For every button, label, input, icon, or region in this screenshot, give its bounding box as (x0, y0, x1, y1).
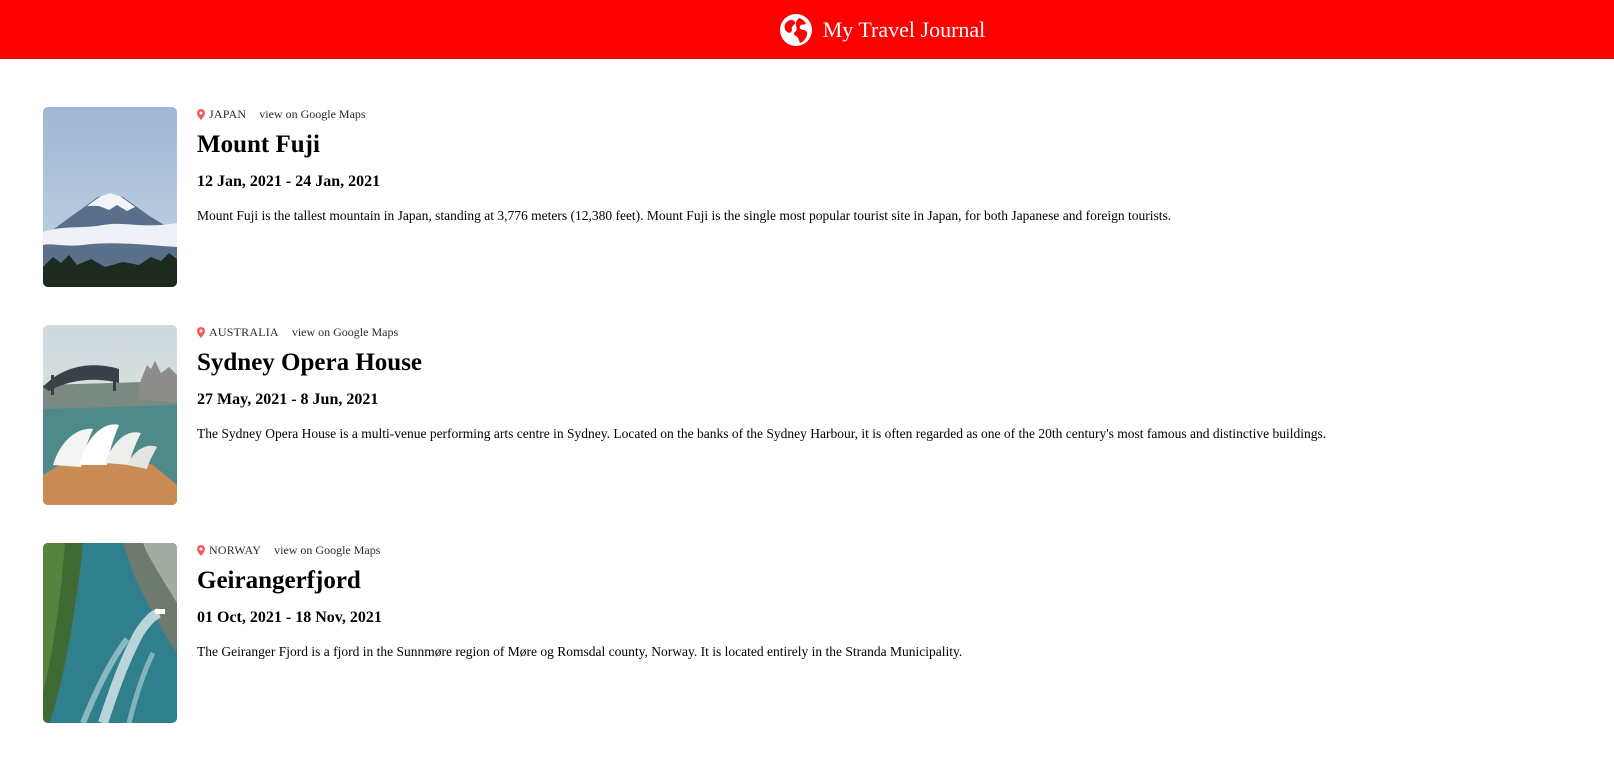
google-maps-link[interactable]: view on Google Maps (292, 325, 398, 340)
entry-location: AUSTRALIA view on Google Maps (197, 325, 1577, 339)
entry-location: JAPAN view on Google Maps (197, 107, 1577, 121)
country-label: AUSTRALIA (209, 324, 279, 339)
globe-icon (779, 13, 812, 46)
mount-fuji-photo (43, 107, 177, 287)
location-pin-icon (197, 326, 205, 338)
entry-title: Sydney Opera House (197, 349, 423, 376)
header-brand: My Travel Journal (779, 13, 986, 47)
google-maps-link[interactable]: view on Google Maps (259, 107, 365, 122)
geirangerfjord-photo (43, 543, 177, 723)
entry-dates: 12 Jan, 2021 - 24 Jan, 2021 (197, 173, 381, 190)
app-header: My Travel Journal (0, 0, 1614, 59)
location-pin-icon (197, 544, 205, 556)
journal-entry: JAPAN view on Google Maps Mount Fuji 12 … (43, 107, 1583, 287)
entry-location: NORWAY view on Google Maps (197, 543, 1577, 557)
journal-entry: AUSTRALIA view on Google Maps Sydney Ope… (43, 325, 1583, 505)
country-label: JAPAN (209, 106, 247, 121)
country-label: NORWAY (209, 542, 262, 557)
entry-dates: 01 Oct, 2021 - 18 Nov, 2021 (197, 609, 382, 626)
google-maps-link[interactable]: view on Google Maps (274, 543, 380, 558)
location-pin-icon (197, 108, 205, 120)
app-title: My Travel Journal (822, 16, 986, 42)
entry-title: Mount Fuji (197, 131, 320, 158)
entry-content: JAPAN view on Google Maps Mount Fuji 12 … (197, 107, 1577, 225)
entry-content: AUSTRALIA view on Google Maps Sydney Ope… (197, 325, 1577, 443)
entry-description: The Geiranger Fjord is a fjord in the Su… (197, 644, 963, 659)
journal-entry: NORWAY view on Google Maps Geirangerfjor… (43, 543, 1583, 723)
entry-title: Geirangerfjord (197, 567, 361, 594)
entry-dates: 27 May, 2021 - 8 Jun, 2021 (197, 391, 379, 408)
entry-content: NORWAY view on Google Maps Geirangerfjor… (197, 543, 1577, 661)
sydney-opera-house-photo (43, 325, 177, 505)
entry-description: Mount Fuji is the tallest mountain in Ja… (197, 208, 1172, 223)
entry-description: The Sydney Opera House is a multi-venue … (197, 426, 1327, 441)
